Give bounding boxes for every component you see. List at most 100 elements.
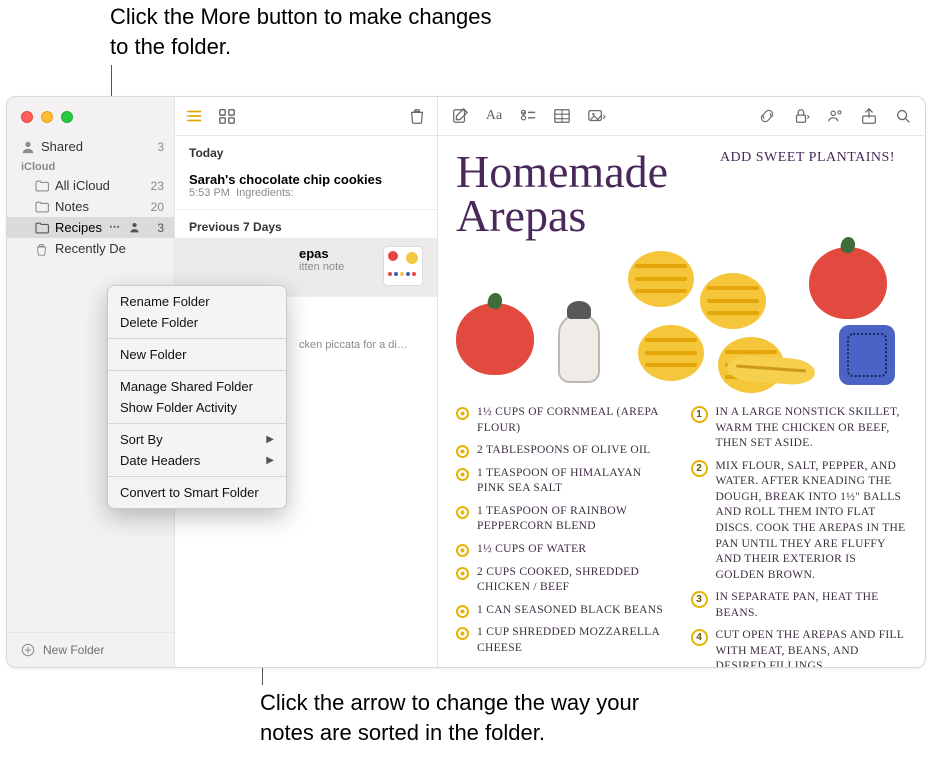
menu-item-date-headers[interactable]: Date Headers▶: [108, 450, 286, 471]
note-meta: 5:53 PM Ingredients:: [189, 187, 423, 199]
bullet-icon: [456, 445, 469, 458]
menu-item-manage-shared[interactable]: Manage Shared Folder: [108, 376, 286, 397]
note-content[interactable]: Add sweet plantains! HomemadeArepas 1½ c…: [438, 136, 925, 667]
trash-icon[interactable]: [407, 106, 427, 126]
ingredient-item: 2 cups cooked, shredded chicken / beef: [456, 565, 673, 596]
link-icon[interactable]: [757, 106, 777, 126]
zoom-window-icon[interactable]: [61, 111, 73, 123]
search-icon[interactable]: [893, 106, 913, 126]
menu-separator: [108, 338, 286, 339]
arepa-icon: [638, 325, 704, 381]
shared-icon: [128, 221, 142, 235]
menu-item-new-folder[interactable]: New Folder: [108, 344, 286, 365]
more-icon[interactable]: ⋯: [108, 222, 122, 233]
bullet-icon: [456, 544, 469, 557]
arepa-icon: [628, 251, 694, 307]
ingredient-item: 1½ cups of water: [456, 542, 673, 558]
new-folder-button[interactable]: New Folder: [7, 632, 174, 667]
help-callout-top: Click the More button to make changes to…: [110, 2, 510, 61]
beans-can-icon: [839, 325, 895, 385]
bullet-icon: [456, 627, 469, 640]
step-item: 2Mix flour, salt, pepper, and water. Aft…: [691, 459, 908, 583]
sidebar-item-shared[interactable]: Shared 3: [7, 136, 174, 157]
folder-context-menu: Rename Folder Delete Folder New Folder M…: [107, 285, 287, 509]
menu-item-sort-by[interactable]: Sort By▶: [108, 429, 286, 450]
menu-item-delete-folder[interactable]: Delete Folder: [108, 312, 286, 333]
bullet-icon: [456, 605, 469, 618]
collaborate-icon[interactable]: [825, 106, 845, 126]
notes-section-header: Today: [175, 136, 437, 164]
salt-shaker-icon: [558, 313, 600, 383]
table-icon[interactable]: [552, 106, 572, 126]
note-title: Sarah's chocolate chip cookies: [189, 172, 423, 187]
sidebar-item-recipes[interactable]: Recipes ⋯ 3: [7, 217, 174, 238]
notes-app-window: Shared 3 iCloud All iCloud 23 Notes 20 R…: [6, 96, 926, 668]
folder-icon: [35, 180, 49, 192]
tomato-icon: [456, 303, 534, 375]
menu-item-folder-activity[interactable]: Show Folder Activity: [108, 397, 286, 418]
sidebar-item-all-icloud[interactable]: All iCloud 23: [7, 175, 174, 196]
chevron-right-icon: ▶: [266, 455, 274, 466]
chevron-right-icon: ▶: [266, 434, 274, 445]
sidebar-item-notes[interactable]: Notes 20: [7, 196, 174, 217]
bullet-icon: [456, 468, 469, 481]
step-item: 4Cut open the arepas and fill with meat,…: [691, 628, 908, 667]
list-view-icon[interactable]: [185, 106, 205, 126]
note-title: epas: [189, 246, 375, 261]
sidebar-item-count: 23: [148, 179, 164, 193]
menu-separator: [108, 370, 286, 371]
ingredient-item: 1 can seasoned black beans: [456, 603, 673, 619]
step-item: 1In a large nonstick skillet, warm the c…: [691, 405, 908, 452]
note-list-item[interactable]: Sarah's chocolate chip cookies 5:53 PM I…: [175, 164, 437, 210]
people-icon: [21, 140, 35, 154]
close-window-icon[interactable]: [21, 111, 33, 123]
notes-list-toolbar: [175, 97, 437, 136]
editor-toolbar: Aa: [438, 97, 925, 136]
sidebar-item-count: 3: [148, 140, 164, 154]
tomato-icon: [809, 247, 887, 319]
sidebar-item-label: Recipes: [55, 220, 102, 235]
ingredients-column: 1½ cups of cornmeal (arepa flour) 2 tabl…: [456, 405, 673, 667]
menu-separator: [108, 476, 286, 477]
notes-section-header: Previous 7 Days: [175, 210, 437, 238]
compose-icon[interactable]: [450, 106, 470, 126]
format-text-icon[interactable]: Aa: [484, 106, 504, 126]
folder-icon: [35, 201, 49, 213]
bullet-icon: [456, 567, 469, 580]
bullet-icon: [456, 506, 469, 519]
sidebar-section-title: iCloud: [7, 157, 174, 175]
menu-item-rename-folder[interactable]: Rename Folder: [108, 291, 286, 312]
ingredient-item: 1 teaspoon of Himalayan pink sea salt: [456, 466, 673, 497]
note-meta: itten note: [189, 261, 375, 273]
sidebar-item-label: Shared: [41, 139, 142, 154]
menu-separator: [108, 423, 286, 424]
lock-icon[interactable]: [791, 106, 811, 126]
arepa-icon: [700, 273, 766, 329]
handwritten-annotation: Add sweet plantains!: [720, 150, 895, 166]
ingredient-item: 1½ cups of cornmeal (arepa flour): [456, 405, 673, 436]
sidebar-item-count: 3: [148, 221, 164, 235]
sidebar-item-count: 20: [148, 200, 164, 214]
sidebar-item-recently-deleted[interactable]: Recently De: [7, 238, 174, 259]
folder-icon: [35, 222, 49, 234]
note-editor: Aa: [438, 97, 925, 667]
media-icon[interactable]: [586, 106, 606, 126]
share-icon[interactable]: [859, 106, 879, 126]
gallery-view-icon[interactable]: [217, 106, 237, 126]
note-thumbnail: [383, 246, 423, 286]
recipe-illustration: [456, 243, 907, 391]
window-controls: [7, 97, 174, 136]
menu-item-convert-smart[interactable]: Convert to Smart Folder: [108, 482, 286, 503]
ingredient-item: 1 cup shredded mozzarella cheese: [456, 625, 673, 656]
sidebar-item-label: All iCloud: [55, 178, 142, 193]
steps-column: 1In a large nonstick skillet, warm the c…: [691, 405, 908, 667]
step-item: 3In separate pan, heat the beans.: [691, 590, 908, 621]
new-folder-label: New Folder: [43, 643, 104, 657]
checklist-icon[interactable]: [518, 106, 538, 126]
trash-icon: [35, 243, 49, 255]
bullet-icon: [456, 407, 469, 420]
sidebar-item-label: Recently De: [55, 241, 164, 256]
ingredient-item: 1 teaspoon of rainbow peppercorn blend: [456, 504, 673, 535]
sidebar-item-label: Notes: [55, 199, 142, 214]
minimize-window-icon[interactable]: [41, 111, 53, 123]
